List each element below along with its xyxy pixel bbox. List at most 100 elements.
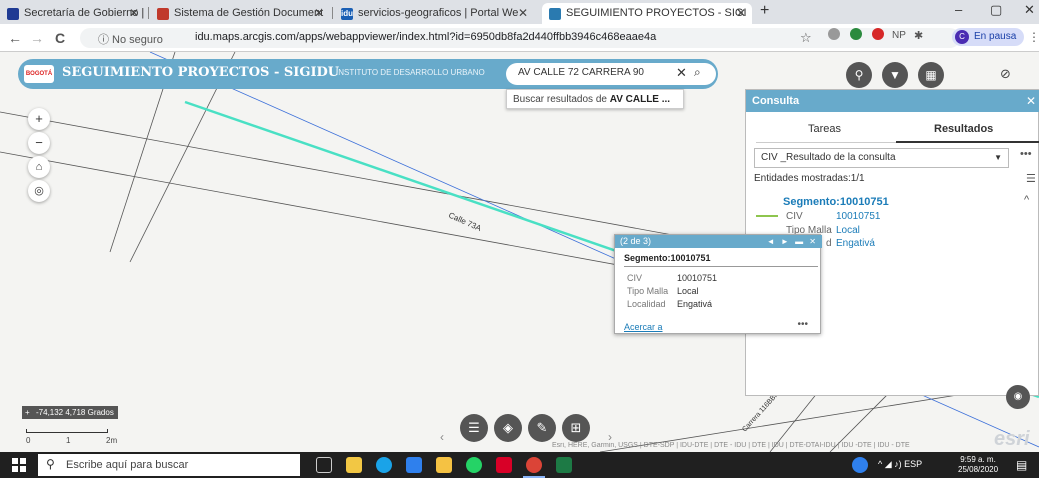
popup-more-icon[interactable]: ••• (797, 319, 808, 330)
collapse-icon[interactable]: ^ (1024, 194, 1029, 206)
tab-close-icon[interactable]: ✕ (518, 3, 528, 24)
segment-title[interactable]: Segmento:10010751 (783, 196, 889, 208)
forward-button[interactable]: → (30, 30, 44, 46)
street-label-calle-73a: Calle 73A (447, 211, 483, 234)
attr-key: d (826, 238, 832, 249)
bookmark-star-icon[interactable]: ☆ (800, 30, 812, 46)
taskbar-search[interactable]: ⚲ Escribe aquí para buscar (38, 454, 300, 476)
widgets-prev-icon[interactable]: ‹ (440, 430, 444, 444)
map-attribution: Esri, HERE, Garmin, USGS | DTE-SDP | IDU… (552, 442, 910, 449)
app-subtitle: INSTITUTO DE DESARROLLO URBANO (336, 68, 485, 77)
windows-start-icon[interactable] (12, 458, 26, 472)
profile-button[interactable]: C En pausa (952, 28, 1025, 46)
result-layer-select[interactable]: CIV _Resultado de la consulta ▼ (754, 148, 1009, 168)
tab-resultados[interactable]: Resultados (934, 123, 993, 135)
extensions-puzzle-icon[interactable]: ✱ (914, 29, 923, 42)
popup-count: (2 de 3) (620, 236, 652, 246)
zoom-out-button[interactable]: − (28, 132, 50, 154)
attr-key: CIV (786, 211, 803, 222)
search-input[interactable] (518, 67, 668, 78)
popup-attr-key: Localidad (627, 299, 666, 309)
clear-search-icon[interactable]: ✕ (676, 65, 687, 81)
people-icon[interactable] (852, 457, 868, 473)
tab-tareas[interactable]: Tareas (808, 123, 841, 135)
popup-divider (624, 266, 818, 267)
minimize-button[interactable]: – (955, 2, 962, 17)
home-button[interactable]: ⌂ (28, 156, 50, 178)
popup-attr-key: CIV (627, 273, 643, 283)
tab-seguimiento-proyectos[interactable]: SEGUIMIENTO PROYECTOS - SIGI ✕ (542, 3, 752, 24)
scale-bar-graphic (26, 429, 108, 433)
chrome-icon[interactable] (526, 457, 542, 473)
url-text[interactable]: idu.maps.arcgis.com/apps/webappviewer/in… (195, 31, 656, 43)
attr-value: 10010751 (836, 211, 881, 222)
browser-address-bar: ← → C ⓘ No seguro idu.maps.arcgis.com/ap… (0, 24, 1039, 52)
whatsapp-icon[interactable] (466, 457, 482, 473)
tab-servicios-geograficos[interactable]: idu servicios-geograficos | Portal We ✕ (334, 3, 534, 24)
tab-close-icon[interactable]: ✕ (736, 3, 746, 24)
draw-widget-button[interactable]: ✎ (528, 414, 556, 442)
locate-button[interactable]: ◎ (28, 180, 50, 202)
back-button[interactable]: ← (8, 30, 22, 46)
search-icon: ⚲ (46, 457, 55, 471)
scale-label: 2m (106, 436, 118, 445)
zoom-to-link[interactable]: Acercar a (624, 322, 663, 332)
browser-menu-icon[interactable]: ⋮ (1028, 30, 1039, 44)
taskbar-clock[interactable]: 9:59 a. m. 25/08/2020 (958, 455, 998, 475)
gestion-favicon-icon (157, 8, 169, 20)
map-view[interactable]: Calle 73A Carrera 116BBIS BOGOTÁ SEGUIMI… (0, 52, 1039, 452)
notifications-icon[interactable]: ▤ (1016, 458, 1027, 472)
avatar: C (955, 30, 969, 44)
excel-icon[interactable] (556, 457, 572, 473)
suggestion-term: AV CALLE ... (609, 94, 671, 105)
coords-toggle-icon[interactable]: + (25, 406, 30, 419)
layers-widget-button[interactable]: ◈ (494, 414, 522, 442)
profile-status: En pausa (974, 31, 1017, 42)
file-explorer-icon[interactable] (436, 457, 452, 473)
extension-icon[interactable] (828, 28, 840, 40)
list-options-icon[interactable]: ☰ (1026, 172, 1036, 185)
basemap-widget-button[interactable]: ⊞ (562, 414, 590, 442)
outlook-icon[interactable] (406, 457, 422, 473)
tab-gestion-documental[interactable]: Sistema de Gestión Document ✕ (150, 3, 330, 24)
tab-close-icon[interactable]: ✕ (129, 3, 139, 24)
popup-title: Segmento:10010751 (624, 253, 711, 263)
task-view-icon[interactable] (316, 457, 332, 473)
tab-intranet[interactable]: Secretaría de Gobierno | Intranet ✕ (0, 3, 145, 24)
system-tray[interactable]: ^ ◢ ♪) ESP (878, 459, 922, 470)
query-tool-button[interactable]: ⚲ (846, 62, 872, 88)
layers-tool-button[interactable]: ▦ (918, 62, 944, 88)
selected-layer: CIV _Resultado de la consulta (761, 152, 896, 163)
panel-close-icon[interactable]: ✕ (1026, 90, 1036, 112)
scale-bar: 0 1 2m (26, 427, 138, 447)
store-icon[interactable] (346, 457, 362, 473)
security-indicator[interactable]: ⓘ No seguro (98, 31, 163, 47)
reload-button[interactable]: C (55, 30, 65, 46)
search-suggestion[interactable]: Buscar resultados de AV CALLE ... (506, 89, 684, 109)
attr-value: Engativá (836, 238, 875, 249)
zoom-in-button[interactable]: + (28, 108, 50, 130)
legend-widget-button[interactable]: ☰ (460, 414, 488, 442)
entities-count: Entidades mostradas:1/1 (754, 173, 865, 184)
tab-separator (148, 7, 149, 19)
new-tab-button[interactable]: + (760, 2, 769, 20)
maximize-button[interactable]: ▢ (990, 2, 1002, 18)
suggestion-prefix: Buscar resultados de (513, 94, 610, 105)
visibility-toggle-icon[interactable]: ⊘ (1000, 66, 1011, 82)
coordinates-readout: + -74,132 4,718 Grados (22, 406, 118, 419)
np-extension[interactable]: NP (892, 30, 906, 41)
more-options-icon[interactable]: ••• (1020, 148, 1032, 160)
close-window-button[interactable]: ✕ (1024, 2, 1035, 18)
extension-icon[interactable] (850, 28, 862, 40)
arcgis-favicon-icon (549, 8, 561, 20)
extension-icon[interactable] (872, 28, 884, 40)
edge-icon[interactable] (376, 457, 392, 473)
search-icon[interactable]: ⌕ (694, 65, 701, 80)
feature-popup: (2 de 3) ◄ ► ▬ ✕ Segmento:10010751 CIV 1… (614, 234, 822, 334)
netflix-icon[interactable] (496, 457, 512, 473)
filter-button[interactable]: ▼ (882, 62, 908, 88)
tab-close-icon[interactable]: ✕ (314, 3, 324, 24)
popup-nav-controls[interactable]: ◄ ► ▬ ✕ (767, 235, 818, 248)
chevron-down-icon: ▼ (994, 153, 1002, 162)
overview-toggle-icon[interactable]: ◉ (1006, 385, 1030, 409)
